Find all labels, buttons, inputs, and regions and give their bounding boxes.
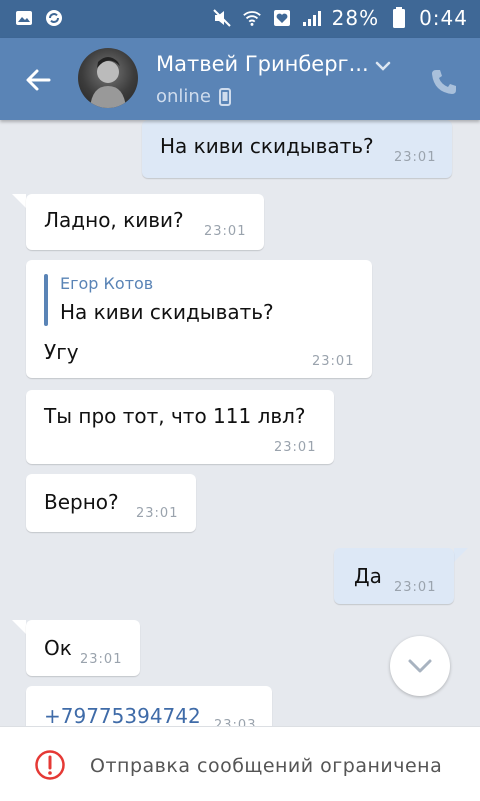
warning-icon: [35, 750, 65, 780]
online-status-text: online: [156, 86, 211, 107]
mobile-icon: [218, 87, 231, 106]
message-bubble-incoming[interactable]: Верно? 23:01: [26, 474, 196, 532]
chat-header: Матвей Гринберг... online: [0, 38, 480, 120]
message-text: Ты про тот, что 111 лвл?: [44, 404, 306, 428]
chevron-down-icon: [408, 659, 432, 673]
avatar[interactable]: [78, 48, 138, 108]
heart-icon: [272, 8, 292, 28]
clock: 0:44: [419, 6, 468, 30]
message-bubble-incoming[interactable]: Ок 23:01: [26, 620, 140, 676]
call-button[interactable]: [428, 66, 460, 98]
battery-percent: 28%: [331, 6, 380, 30]
message-text: На киви скидывать?: [160, 134, 374, 158]
reply-quote[interactable]: На киви скидывать?: [60, 300, 274, 324]
mute-icon: [212, 8, 232, 28]
image-icon: [14, 8, 34, 28]
arrow-left-icon: [26, 69, 51, 91]
message-bubble-incoming[interactable]: Ладно, киви? 23:01: [26, 194, 264, 250]
phone-number-link[interactable]: +79775394742: [44, 704, 201, 726]
message-time: 23:03: [214, 718, 257, 726]
chevron-down-icon[interactable]: [372, 56, 394, 76]
online-status: online: [156, 86, 231, 107]
message-bubble-incoming[interactable]: Ты про тот, что 111 лвл? 23:01: [26, 390, 334, 464]
bubble-tail: [454, 548, 468, 562]
message-time: 23:01: [394, 150, 437, 165]
message-time: 23:01: [274, 440, 317, 455]
wifi-icon: [242, 8, 262, 28]
message-bubble-outgoing[interactable]: Да 23:01: [334, 548, 454, 604]
bubble-tail: [12, 194, 26, 208]
message-bubble-incoming[interactable]: +79775394742 23:03: [26, 686, 272, 726]
message-bubble-incoming[interactable]: Егор Котов На киви скидывать? Угу 23:01: [26, 260, 372, 378]
status-bar: 28% 0:44: [0, 0, 480, 38]
scroll-down-button[interactable]: [390, 636, 450, 696]
message-text: Да: [354, 564, 382, 588]
battery-icon: [389, 7, 409, 28]
message-time: 23:01: [394, 580, 437, 595]
message-text: Угу: [44, 340, 79, 364]
restriction-notice: Отправка сообщений ограничена: [90, 755, 443, 777]
signal-icon: [302, 8, 322, 28]
message-text: Верно?: [44, 490, 119, 514]
message-text: Ок: [44, 636, 72, 660]
message-time: 23:01: [80, 652, 123, 667]
reply-indicator: [44, 274, 48, 326]
message-time: 23:01: [204, 224, 247, 239]
message-time: 23:01: [312, 354, 355, 369]
message-list[interactable]: На киви скидывать? 23:01 Ладно, киви? 23…: [0, 120, 480, 726]
message-text: Ладно, киви?: [44, 208, 184, 232]
sync-icon: [44, 8, 64, 28]
message-time: 23:01: [136, 506, 179, 521]
bubble-tail: [12, 620, 26, 634]
contact-name[interactable]: Матвей Гринберг...: [156, 52, 369, 76]
message-restriction-bar: Отправка сообщений ограничена: [0, 726, 480, 801]
phone-icon: [432, 70, 456, 94]
message-bubble-outgoing[interactable]: На киви скидывать? 23:01: [142, 120, 452, 178]
reply-author[interactable]: Егор Котов: [60, 274, 153, 293]
back-button[interactable]: [18, 62, 58, 98]
